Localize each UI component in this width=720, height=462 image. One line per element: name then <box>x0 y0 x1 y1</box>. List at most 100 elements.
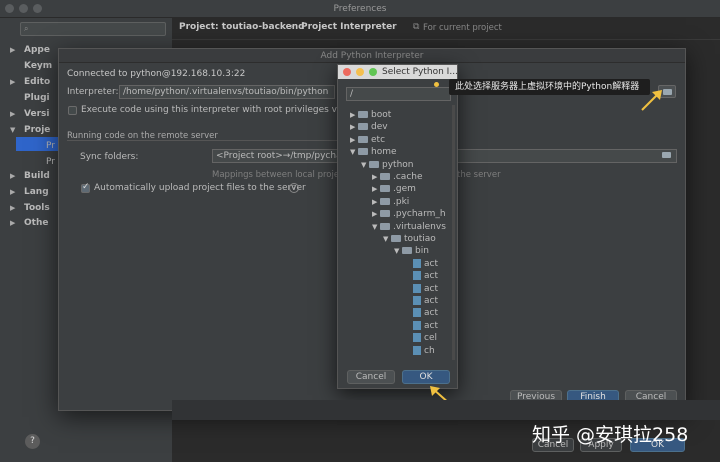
help-icon[interactable]: ? <box>289 183 299 193</box>
file-tree-folder[interactable]: ▶ dev <box>350 121 388 133</box>
sidebar-item-label: Plugi <box>24 93 50 103</box>
file-tree-file[interactable]: act <box>405 258 438 270</box>
sidebar-item-label: Proje <box>24 125 51 135</box>
bottom-toolbar <box>172 400 720 420</box>
sidebar-item[interactable]: Pr <box>46 155 55 169</box>
sidebar-item[interactable]: ▶ Tools <box>10 201 50 215</box>
expand-arrow-icon[interactable]: ▼ <box>361 159 369 171</box>
sidebar-arrow-icon: ▶ <box>10 110 16 118</box>
expand-arrow-icon[interactable]: ▶ <box>372 196 380 208</box>
sidebar-arrow-icon: ▶ <box>10 204 16 212</box>
settings-search-input[interactable]: ⌕ <box>20 22 166 36</box>
interpreter-path-field[interactable]: /home/python/.virtualenvs/toutiao/bin/py… <box>119 85 335 99</box>
folder-icon <box>380 210 390 218</box>
sidebar-item[interactable]: ▶ Othe <box>10 216 48 230</box>
folder-icon <box>380 197 390 205</box>
sidebar-item-label: Tools <box>24 203 50 213</box>
sidebar-item[interactable]: ▼ Proje <box>10 123 51 137</box>
file-icon <box>413 283 421 293</box>
file-tree-file[interactable]: cel <box>405 332 437 344</box>
file-tree-file[interactable]: act <box>405 320 438 332</box>
select-path-field[interactable]: / <box>346 87 451 101</box>
file-tree[interactable]: ▶ boot ▶ dev ▶ etc ▼ home ▼ python ▶ .cache ▶ .gem ▶ .p… <box>346 105 451 360</box>
scope-note: For current project <box>423 23 502 33</box>
file-tree-file[interactable]: act <box>405 295 438 307</box>
file-tree-folder[interactable]: ▼ home <box>350 146 397 158</box>
help-button[interactable]: ? <box>25 434 40 449</box>
sidebar-item[interactable]: ▶ Lang <box>10 185 49 199</box>
select-python-interpreter-window: Select Python I... / ▶ boot ▶ dev ▶ etc ▼ home ▼… <box>337 64 458 389</box>
expand-arrow-icon[interactable]: ▶ <box>372 171 380 183</box>
zoom-window-button[interactable] <box>33 4 42 13</box>
sidebar-item[interactable]: Pr <box>46 139 55 153</box>
folder-icon <box>380 173 390 180</box>
select-cancel-button[interactable]: Cancel <box>347 370 395 384</box>
minimize-window-button[interactable] <box>19 4 28 13</box>
expand-arrow-icon[interactable]: ▶ <box>350 121 358 133</box>
file-tree-folder[interactable]: ▶ boot <box>350 109 391 121</box>
file-tree-label: cel <box>424 333 437 344</box>
window-title: Preferences <box>333 4 387 14</box>
expand-arrow-icon[interactable]: ▶ <box>372 208 380 220</box>
tree-scrollbar[interactable] <box>452 105 455 360</box>
sidebar-item-label: Edito <box>24 77 51 87</box>
connection-status: Connected to python@192.168.10.3:22 <box>67 69 246 79</box>
folder-icon <box>391 235 401 242</box>
sidebar-item-label: Versi <box>24 109 50 119</box>
sidebar-item-label: Pr <box>46 157 55 167</box>
file-tree-file[interactable]: ch <box>405 345 435 357</box>
file-tree-label: act <box>424 258 438 269</box>
file-tree-label: bin <box>415 246 429 257</box>
file-tree-label: toutiao <box>404 234 436 244</box>
sidebar-item-label: Appe <box>24 45 50 55</box>
file-tree-file[interactable]: act <box>405 307 438 319</box>
file-tree-folder[interactable]: ▼ toutiao <box>383 233 436 245</box>
close-window-button[interactable] <box>5 4 14 13</box>
breadcrumb-separator: › <box>290 22 294 32</box>
root-privileges-checkbox[interactable] <box>68 106 77 115</box>
sidebar-item[interactable]: ▶ Versi <box>10 107 50 121</box>
file-tree-file[interactable]: act <box>405 283 438 295</box>
annotation-arrow-icon <box>641 90 662 111</box>
expand-arrow-icon[interactable]: ▼ <box>372 221 380 233</box>
sidebar-item-label: Lang <box>24 187 49 197</box>
file-tree-folder[interactable]: ▼ bin <box>394 245 429 257</box>
file-tree-folder[interactable]: ▶ .gem <box>372 183 416 195</box>
file-tree-folder[interactable]: ▶ .pki <box>372 196 409 208</box>
file-tree-label: act <box>424 308 438 319</box>
file-tree-folder[interactable]: ▶ .pycharm_h <box>372 208 446 220</box>
auto-upload-checkbox[interactable]: ✓ <box>81 182 90 193</box>
file-tree-folder[interactable]: ▶ .cache <box>372 171 423 183</box>
window-title-bar: Preferences <box>0 0 720 18</box>
expand-arrow-icon[interactable]: ▶ <box>350 134 358 146</box>
folder-icon <box>358 123 368 131</box>
watermark: 知乎 @安琪拉258 <box>532 424 689 446</box>
sidebar-item[interactable]: Keym <box>24 59 52 73</box>
file-tree-label: dev <box>371 122 388 133</box>
auto-upload-label: Automatically upload project files to th… <box>94 183 306 193</box>
sidebar-item[interactable]: ▶ Build <box>10 169 50 183</box>
expand-arrow-icon[interactable]: ▼ <box>394 245 402 257</box>
zoom-dot-icon[interactable] <box>369 68 377 76</box>
file-tree-folder[interactable]: ▼ .virtualenvs <box>372 221 446 233</box>
expand-arrow-icon[interactable]: ▶ <box>350 109 358 121</box>
file-tree-label: python <box>382 159 414 170</box>
file-tree-folder[interactable]: ▼ python <box>361 159 413 171</box>
file-tree-file[interactable]: act <box>405 270 438 282</box>
expand-arrow-icon[interactable]: ▶ <box>372 183 380 195</box>
file-tree-folder[interactable]: ▶ etc <box>350 134 385 146</box>
sync-folders-folder-icon[interactable] <box>662 152 671 158</box>
sidebar-item[interactable]: Plugi <box>24 91 50 105</box>
minimize-dot-icon[interactable] <box>356 68 364 76</box>
sidebar-item[interactable]: ▶ Appe <box>10 43 50 57</box>
mapping-note: Mappings between local project <box>212 170 348 180</box>
file-tree-label: home <box>371 147 397 158</box>
sidebar-item[interactable]: ▶ Edito <box>10 75 51 89</box>
sidebar-arrow-icon: ▶ <box>10 78 16 86</box>
close-dot-icon[interactable] <box>343 68 351 76</box>
search-icon: ⌕ <box>24 24 29 33</box>
expand-arrow-icon[interactable]: ▼ <box>350 146 358 158</box>
expand-arrow-icon[interactable]: ▼ <box>383 233 391 245</box>
sidebar-arrow-icon: ▶ <box>10 219 16 227</box>
sidebar-arrow-icon: ▶ <box>10 172 16 180</box>
